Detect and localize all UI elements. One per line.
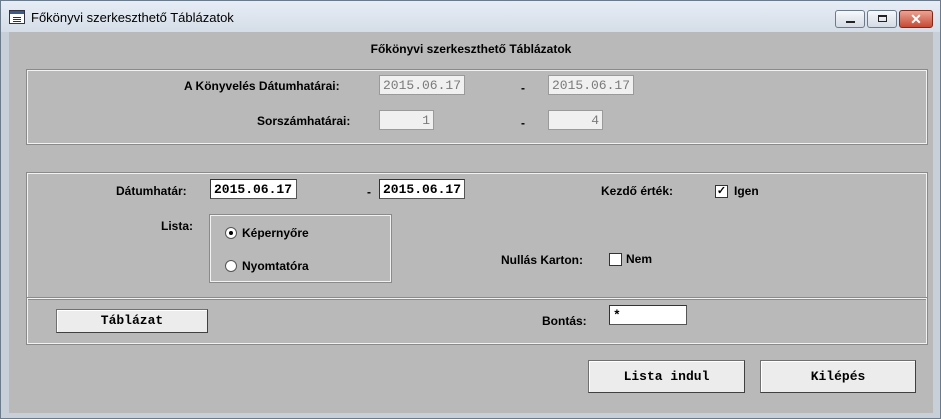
radio-kepernyore[interactable] [225,227,237,239]
nullas-karton-option-label[interactable]: Nem [626,252,652,266]
konyveles-label: A Könyvelés Dátumhatárai: [184,79,340,93]
minimize-icon [846,21,855,23]
datumhatar-from-input[interactable]: 2015.06.17 [210,179,297,199]
lista-indul-button[interactable]: Lista indul [588,360,745,393]
konyveles-from-field[interactable]: 2015.06.17 [379,75,465,95]
bontas-label: Bontás: [542,314,587,328]
main-window: Főkönyvi szerkeszthető Táblázatok ✕ Főkö… [0,0,941,419]
title-bar[interactable]: Főkönyvi szerkeszthető Táblázatok ✕ [1,1,940,32]
sorszam-label: Sorszámhatárai: [257,114,351,128]
kilepes-button[interactable]: Kilépés [760,360,916,393]
maximize-icon [878,15,887,22]
nullas-karton-checkbox[interactable] [609,253,622,266]
close-icon: ✕ [910,11,922,27]
checkmark-icon: ✓ [716,185,727,197]
sorszam-separator: - [521,116,525,130]
konyveles-separator: - [521,81,525,95]
nullas-karton-label: Nullás Karton: [501,253,584,267]
sorszam-from-field[interactable]: 1 [379,110,434,130]
kezdo-ertek-label: Kezdő érték: [601,184,674,198]
radio-nyomtatora-label[interactable]: Nyomtatóra [242,259,309,273]
form-window-icon[interactable] [9,10,25,24]
form-header-title: Főkönyvi szerkeszthető Táblázatok [370,42,572,56]
radio-kepernyore-label[interactable]: Képernyőre [242,226,309,240]
close-button[interactable]: ✕ [899,10,933,28]
datumhatar-label: Dátumhatár: [116,184,187,198]
sorszam-to-field[interactable]: 4 [548,110,603,130]
kezdo-ertek-checkbox[interactable]: ✓ [715,185,728,198]
minimize-button[interactable] [835,10,865,28]
lista-label: Lista: [161,219,194,233]
datumhatar-separator: - [367,185,371,199]
datumhatar-to-input[interactable]: 2015.06.17 [379,179,465,199]
kezdo-ertek-option-label[interactable]: Igen [734,184,759,198]
window-title: Főkönyvi szerkeszthető Táblázatok [31,10,234,25]
maximize-button[interactable] [867,10,897,28]
tablazat-button[interactable]: Táblázat [56,309,208,333]
konyveles-to-field[interactable]: 2015.06.17 [548,75,634,95]
bookkeeping-limits-group [26,69,928,145]
form-client-area: Főkönyvi szerkeszthető Táblázatok A Köny… [9,32,933,413]
radio-nyomtatora[interactable] [225,260,237,272]
bontas-input[interactable]: * [609,305,687,325]
